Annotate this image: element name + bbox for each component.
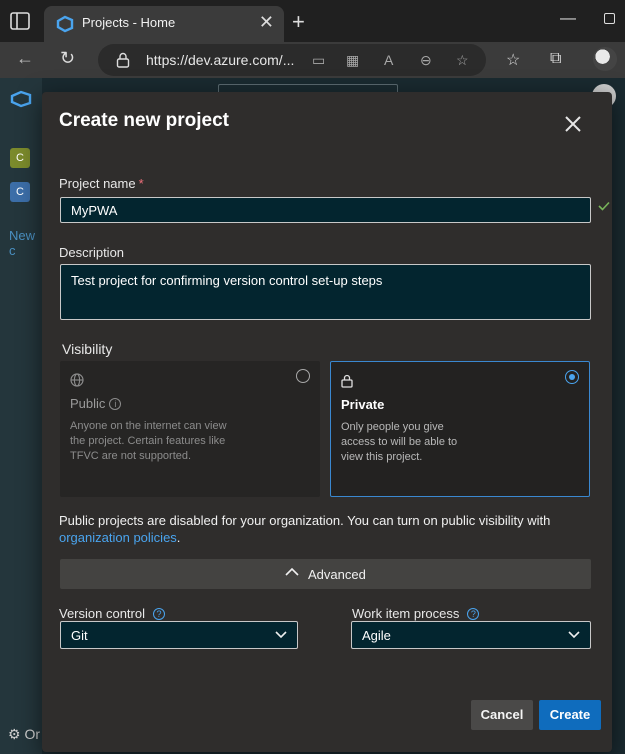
dialog-title: Create new project [59, 110, 229, 131]
chevron-down-icon [275, 631, 287, 639]
advanced-label: Advanced [308, 567, 366, 582]
work-item-process-value: Agile [362, 628, 391, 643]
checkmark-icon [598, 201, 610, 211]
version-control-label-text: Version control [59, 606, 145, 621]
visibility-public-option[interactable]: Public i Anyone on the internet can view … [60, 361, 320, 497]
project-tile-2[interactable]: C [10, 182, 30, 202]
public-description: Anyone on the internet can view the proj… [70, 420, 227, 462]
globe-icon [70, 373, 84, 387]
version-control-select[interactable]: Git [60, 621, 298, 649]
visibility-private-option[interactable]: Private Only people you give access to w… [330, 361, 590, 497]
public-title: Public i [70, 396, 122, 411]
create-button[interactable]: Create [539, 700, 601, 730]
address-bar[interactable]: https://dev.azure.com/... ▭ ▦ A ⊖ ☆ [98, 44, 486, 76]
version-control-label: Version control? [59, 606, 165, 621]
description-textarea[interactable]: Test project for confirming version cont… [60, 264, 591, 320]
refresh-icon[interactable]: ↻ [60, 48, 75, 69]
info-icon: i [109, 398, 122, 410]
project-name-label: Project name * [59, 176, 144, 191]
organization-settings-label: Or [24, 726, 41, 742]
lock-icon [116, 52, 130, 68]
work-item-process-select[interactable]: Agile [351, 621, 591, 649]
organization-policies-link[interactable]: organization policies [59, 530, 177, 545]
description-label: Description [59, 245, 125, 260]
work-item-process-label-text: Work item process [352, 606, 460, 621]
project-tile-1[interactable]: C [10, 148, 30, 168]
public-radio[interactable] [296, 369, 310, 383]
public-disabled-notice: Public projects are disabled for your or… [59, 512, 579, 546]
version-control-value: Git [71, 628, 88, 643]
private-radio[interactable] [565, 370, 579, 384]
grid-icon[interactable]: ▦ [346, 52, 359, 69]
lock-icon [341, 374, 353, 388]
tab-close-icon[interactable]: ✕ [259, 12, 274, 33]
collections-icon[interactable]: ⧉ [550, 50, 561, 68]
chevron-down-icon [568, 631, 580, 639]
description-value: Test project for confirming version cont… [71, 273, 383, 288]
minimize-icon[interactable]: — [560, 10, 576, 28]
private-title: Private [341, 397, 385, 412]
tab-actions-icon[interactable] [10, 12, 30, 30]
cancel-button[interactable]: Cancel [471, 700, 533, 730]
azure-devops-favicon-icon [56, 15, 74, 33]
notice-end: . [176, 530, 181, 545]
new-organization-link[interactable]: New c [9, 228, 42, 258]
chevron-up-icon [285, 567, 299, 576]
azure-devops-logo-icon[interactable] [10, 90, 32, 108]
browser-tab[interactable]: Projects - Home ✕ [44, 6, 284, 42]
version-control-info-icon[interactable]: ? [153, 608, 165, 620]
profile-avatar[interactable] [593, 47, 617, 71]
add-favorite-icon[interactable]: ☆ [456, 52, 469, 69]
notice-text: Public projects are disabled for your or… [59, 513, 551, 528]
public-title-text: Public [70, 396, 106, 411]
work-item-info-icon[interactable]: ? [467, 608, 480, 620]
private-description: Only people you give access to will be a… [341, 421, 458, 463]
url-text: https://dev.azure.com/... [146, 52, 295, 68]
app-sidebar: C C New c ⚙ Or [0, 78, 42, 754]
work-item-process-label: Work item process? [352, 606, 480, 621]
browser-tab-bar: Projects - Home ✕ + — [0, 0, 625, 42]
zoom-out-icon[interactable]: ⊖ [420, 52, 432, 69]
browser-nav-bar: ← ↻ https://dev.azure.com/... ▭ ▦ A ⊖ ☆ … [0, 42, 625, 78]
close-icon[interactable] [562, 113, 584, 135]
maximize-icon[interactable] [604, 13, 615, 24]
project-name-label-text: Project name [59, 176, 136, 191]
app-available-icon[interactable]: ▭ [312, 52, 325, 69]
create-project-dialog: Create new project Project name * MyPWA D… [42, 92, 612, 752]
organization-settings[interactable]: ⚙ Or [8, 726, 40, 743]
tab-title: Projects - Home [82, 15, 176, 30]
required-mark: * [138, 176, 144, 191]
project-name-value: MyPWA [71, 203, 118, 218]
project-name-input[interactable]: MyPWA [60, 197, 591, 223]
favorites-icon[interactable]: ☆ [506, 50, 520, 70]
advanced-toggle[interactable]: Advanced [60, 559, 591, 589]
read-aloud-icon[interactable]: A [384, 52, 393, 68]
visibility-label: Visibility [62, 341, 113, 357]
new-tab-icon[interactable]: + [292, 9, 305, 35]
back-icon[interactable]: ← [16, 48, 34, 69]
